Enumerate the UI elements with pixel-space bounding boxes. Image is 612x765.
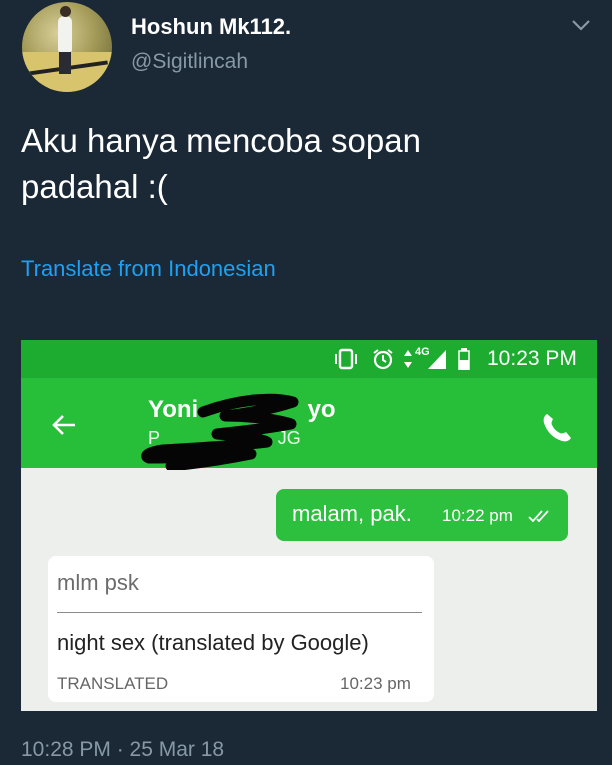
tweet-timestamp[interactable]: 10:28 PM · 25 Mar 18	[21, 738, 224, 762]
android-status-bar: 4G 10:23 PM	[21, 340, 597, 378]
chat-toolbar: Yoni yo P JG	[21, 378, 597, 470]
avatar[interactable]	[22, 2, 112, 92]
alarm-icon	[373, 349, 393, 370]
vibrate-icon	[335, 348, 357, 370]
attached-screenshot[interactable]: 4G 10:23 PM Yoni yo P JG malam, pak. 10:…	[21, 340, 597, 711]
translated-label: TRANSLATED	[57, 674, 169, 693]
redaction-scribble	[141, 393, 299, 470]
phone-icon[interactable]	[539, 410, 575, 446]
incoming-message-time: 10:23 pm	[340, 674, 411, 693]
avatar-figure	[58, 16, 72, 52]
back-arrow-icon[interactable]	[51, 412, 77, 438]
tweet-text: Aku hanya mencoba sopan padahal :(	[21, 122, 421, 205]
double-check-icon	[528, 510, 549, 523]
data-arrows-icon	[404, 350, 412, 368]
outgoing-message-time: 10:22 pm	[442, 506, 513, 525]
user-handle[interactable]: @Sigitlincah	[131, 50, 248, 74]
outgoing-message[interactable]: malam, pak. 10:22 pm	[276, 489, 568, 541]
contact-name-tail: yo	[307, 396, 336, 423]
status-time: 10:23 PM	[487, 347, 577, 370]
avatar-legs	[59, 50, 71, 74]
signal-icon	[428, 350, 446, 369]
incoming-original-text: mlm psk	[57, 570, 139, 595]
incoming-translated-text: night sex (translated by Google)	[57, 630, 369, 655]
display-name[interactable]: Hoshun Mk112.	[131, 14, 291, 40]
avatar-head	[60, 6, 71, 17]
translate-link[interactable]: Translate from Indonesian	[21, 256, 276, 282]
outgoing-message-text: malam, pak.	[292, 501, 412, 526]
battery-icon	[458, 348, 470, 370]
translation-divider	[57, 612, 422, 613]
incoming-message[interactable]: mlm psk night sex (translated by Google)…	[48, 556, 434, 702]
chevron-down-icon[interactable]	[570, 14, 592, 36]
